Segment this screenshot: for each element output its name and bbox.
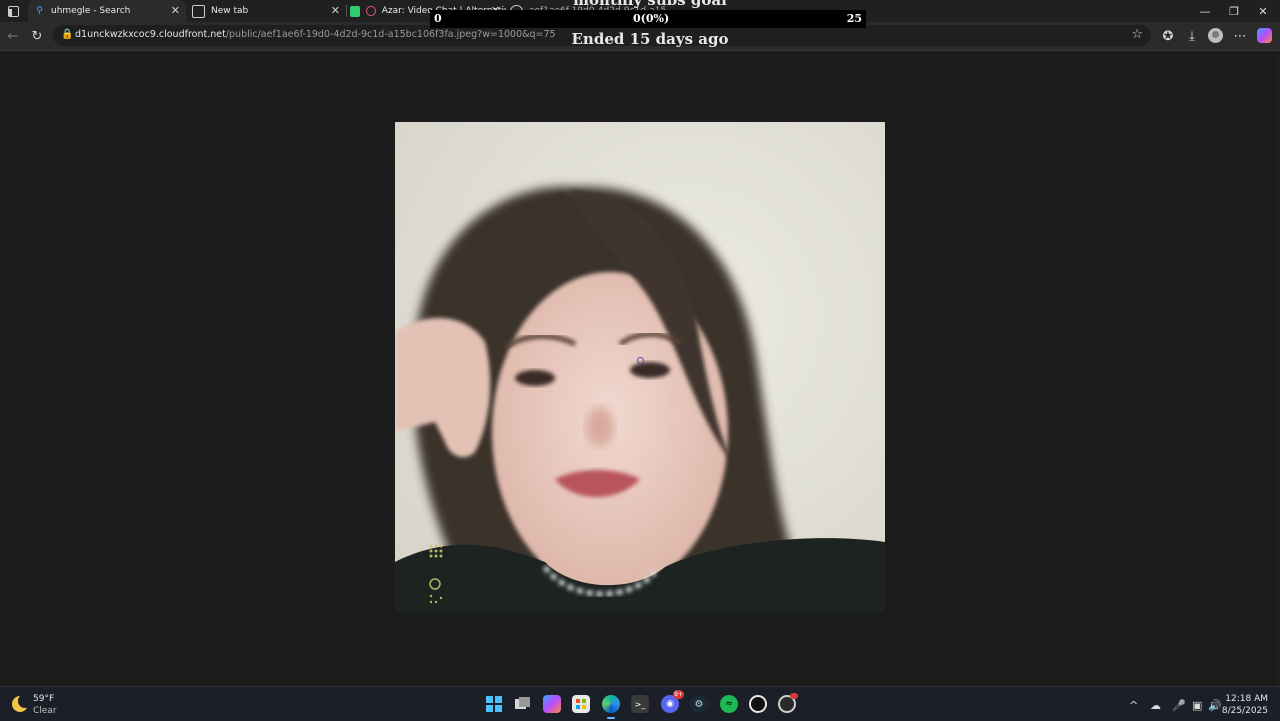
- clock-time: 12:18 AM: [1225, 694, 1268, 704]
- record-icon: [366, 6, 376, 16]
- refresh-icon[interactable]: ↻: [29, 28, 45, 44]
- lock-icon: 🔒: [61, 29, 74, 40]
- goal-min: 0: [434, 12, 442, 25]
- url-text: d1unckwzkxcoc9.cloudfront.net/public/aef…: [75, 29, 556, 40]
- url-path: /public/aef1ae6f-19d0-4d2d-9c1d-a15bc106…: [225, 29, 556, 40]
- terminal-icon[interactable]: >_: [631, 695, 649, 713]
- weather-condition: Clear: [33, 706, 57, 716]
- portrait-image: [395, 122, 885, 612]
- back-icon[interactable]: ←: [5, 28, 21, 44]
- app-icon: [350, 5, 361, 17]
- tab-uhmegle-search[interactable]: ⚲ uhmegle - Search ✕: [28, 0, 186, 22]
- close-tab-icon[interactable]: ✕: [331, 4, 340, 17]
- taskview-icon[interactable]: [514, 695, 532, 713]
- circle-app-icon[interactable]: [749, 695, 767, 713]
- recording-badge: [790, 693, 798, 699]
- search-icon: ⚲: [36, 6, 43, 16]
- tab-actions-icon[interactable]: [6, 4, 20, 18]
- discord-glyph: ◉: [666, 699, 674, 709]
- goal-progress-bar: 0 0(0%) 25: [430, 10, 866, 28]
- discord-icon[interactable]: ◉ 9+: [661, 690, 684, 713]
- chevron-up-icon[interactable]: ^: [1129, 699, 1138, 712]
- url-host: d1unckwzkxcoc9.cloudfront.net: [75, 29, 226, 40]
- cloud-icon[interactable]: ☁: [1150, 699, 1161, 712]
- taskbar: 59°F Clear >_ ◉ 9+ ⚙ ≈ ^ ☁ 🎤 ▣ 🔊 12:18 A…: [0, 686, 1280, 721]
- favorites-icon[interactable]: ✪: [1160, 28, 1176, 44]
- notification-badge: 9+: [673, 690, 684, 699]
- tab-title: uhmegle - Search: [51, 6, 131, 16]
- obs-icon[interactable]: [778, 693, 798, 713]
- copilot-icon[interactable]: [1257, 28, 1272, 43]
- profile-avatar-icon[interactable]: [1208, 28, 1223, 43]
- store-icon[interactable]: [572, 695, 590, 713]
- download-icon[interactable]: ⤓: [1184, 28, 1200, 44]
- goal-title: monthly subs goal: [573, 0, 727, 9]
- edge-icon[interactable]: [602, 695, 620, 719]
- favorite-star-icon[interactable]: ☆: [1131, 27, 1143, 42]
- network-icon[interactable]: ▣: [1192, 699, 1202, 712]
- spotify-icon[interactable]: ≈: [720, 695, 738, 713]
- tab-title: New tab: [211, 6, 249, 16]
- goal-status: Ended 15 days ago: [571, 30, 729, 48]
- tab-new-tab[interactable]: New tab ✕: [188, 0, 346, 22]
- system-clock[interactable]: 12:18 AM 8/25/2025: [1222, 693, 1268, 717]
- portrait-photo: [395, 122, 885, 612]
- moon-icon: [12, 694, 32, 712]
- goal-max: 25: [846, 12, 862, 25]
- goal-progress-text: 0(0%): [633, 12, 670, 25]
- copilot-icon[interactable]: [543, 695, 561, 713]
- volume-icon[interactable]: 🔊: [1208, 699, 1222, 712]
- microphone-icon[interactable]: 🎤: [1172, 699, 1186, 712]
- weather-temp: 59°F: [33, 694, 55, 704]
- windows-icon[interactable]: [485, 695, 503, 713]
- newtab-icon: [192, 4, 205, 18]
- close-tab-icon[interactable]: ✕: [171, 4, 180, 17]
- close-window-icon[interactable]: ✕: [1246, 0, 1280, 22]
- clock-date: 8/25/2025: [1221, 706, 1268, 716]
- steam-icon[interactable]: ⚙: [690, 695, 708, 713]
- tab-separator: [346, 5, 347, 17]
- mouse-cursor: [637, 357, 644, 364]
- more-menu-icon[interactable]: ⋯: [1232, 28, 1248, 44]
